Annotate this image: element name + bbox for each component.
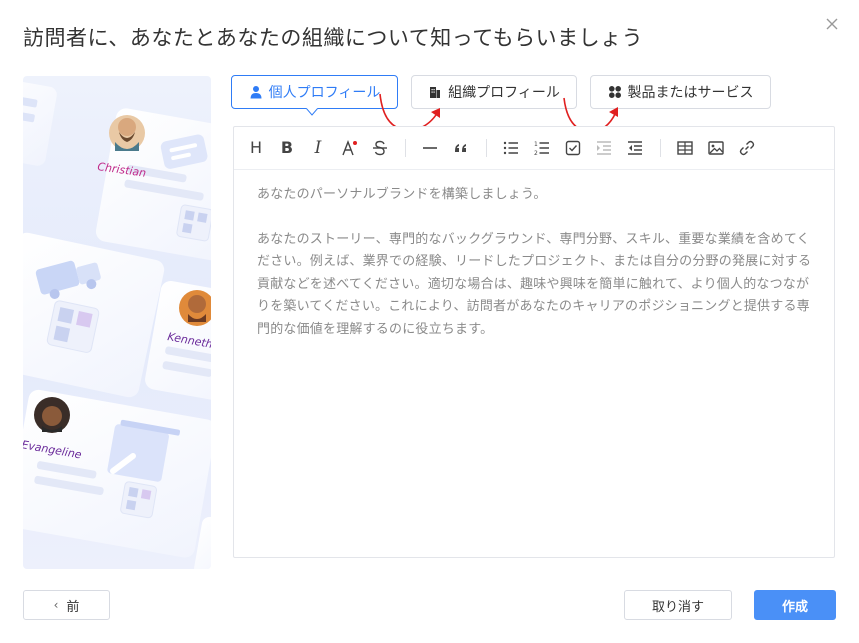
heading-button[interactable]: H xyxy=(244,136,268,160)
bullet-list-button[interactable] xyxy=(499,136,523,160)
table-button[interactable] xyxy=(673,136,697,160)
svg-text:1: 1 xyxy=(534,141,538,148)
italic-button[interactable]: I xyxy=(306,136,330,160)
outdent-button[interactable] xyxy=(623,136,647,160)
editor-placeholder[interactable]: あなたのパーソナルブランドを構築しましょう。 あなたのストーリー、専門的なバック… xyxy=(234,170,834,342)
create-button[interactable]: 作成 xyxy=(754,590,836,620)
font-color-button[interactable] xyxy=(337,136,361,160)
previous-button[interactable]: ‹ 前 xyxy=(23,590,110,620)
chevron-left-icon: ‹ xyxy=(53,598,59,612)
close-icon[interactable] xyxy=(820,12,844,36)
indent-button[interactable] xyxy=(592,136,616,160)
tab-personal-profile[interactable]: 個人プロフィール xyxy=(231,75,398,109)
tab-label: 製品またはサービス xyxy=(627,85,754,101)
horizontal-rule-button[interactable] xyxy=(418,136,442,160)
ordered-list-button[interactable]: 12 xyxy=(530,136,554,160)
rich-text-editor[interactable]: H B I 12 あなたのパーソナルブランドを構築しましょう。 あなたのストーリ… xyxy=(233,126,835,558)
dialog-title: 訪問者に、あなたとあなたの組織について知ってもらいましょう xyxy=(23,26,644,50)
quote-button[interactable] xyxy=(449,136,473,160)
svg-text:2: 2 xyxy=(534,150,538,157)
cancel-button[interactable]: 取り消す xyxy=(624,590,732,620)
toolbar-divider xyxy=(405,139,406,157)
previous-label: 前 xyxy=(66,599,80,615)
placeholder-paragraph: あなたのストーリー、専門的なバックグラウンド、専門分野、スキル、重要な業績を含め… xyxy=(257,231,812,337)
grid-icon xyxy=(608,85,622,99)
placeholder-paragraph: あなたのパーソナルブランドを構築しましょう。 xyxy=(257,187,547,202)
bold-button[interactable]: B xyxy=(275,136,299,160)
active-tab-caret xyxy=(306,108,318,116)
toolbar-divider xyxy=(486,139,487,157)
building-icon xyxy=(428,85,442,99)
strikethrough-button[interactable] xyxy=(368,136,392,160)
task-list-button[interactable] xyxy=(561,136,585,160)
person-icon xyxy=(249,85,263,99)
tab-products-or-services[interactable]: 製品またはサービス xyxy=(590,75,771,109)
tab-organization-profile[interactable]: 組織プロフィール xyxy=(411,75,577,109)
profile-illustration: Christian Kenneth Evangeline xyxy=(23,76,211,569)
image-button[interactable] xyxy=(704,136,728,160)
tab-label: 個人プロフィール xyxy=(268,85,381,101)
link-button[interactable] xyxy=(735,136,759,160)
tab-label: 組織プロフィール xyxy=(448,85,560,101)
toolbar-divider xyxy=(660,139,661,157)
editor-toolbar: H B I 12 xyxy=(234,127,834,170)
